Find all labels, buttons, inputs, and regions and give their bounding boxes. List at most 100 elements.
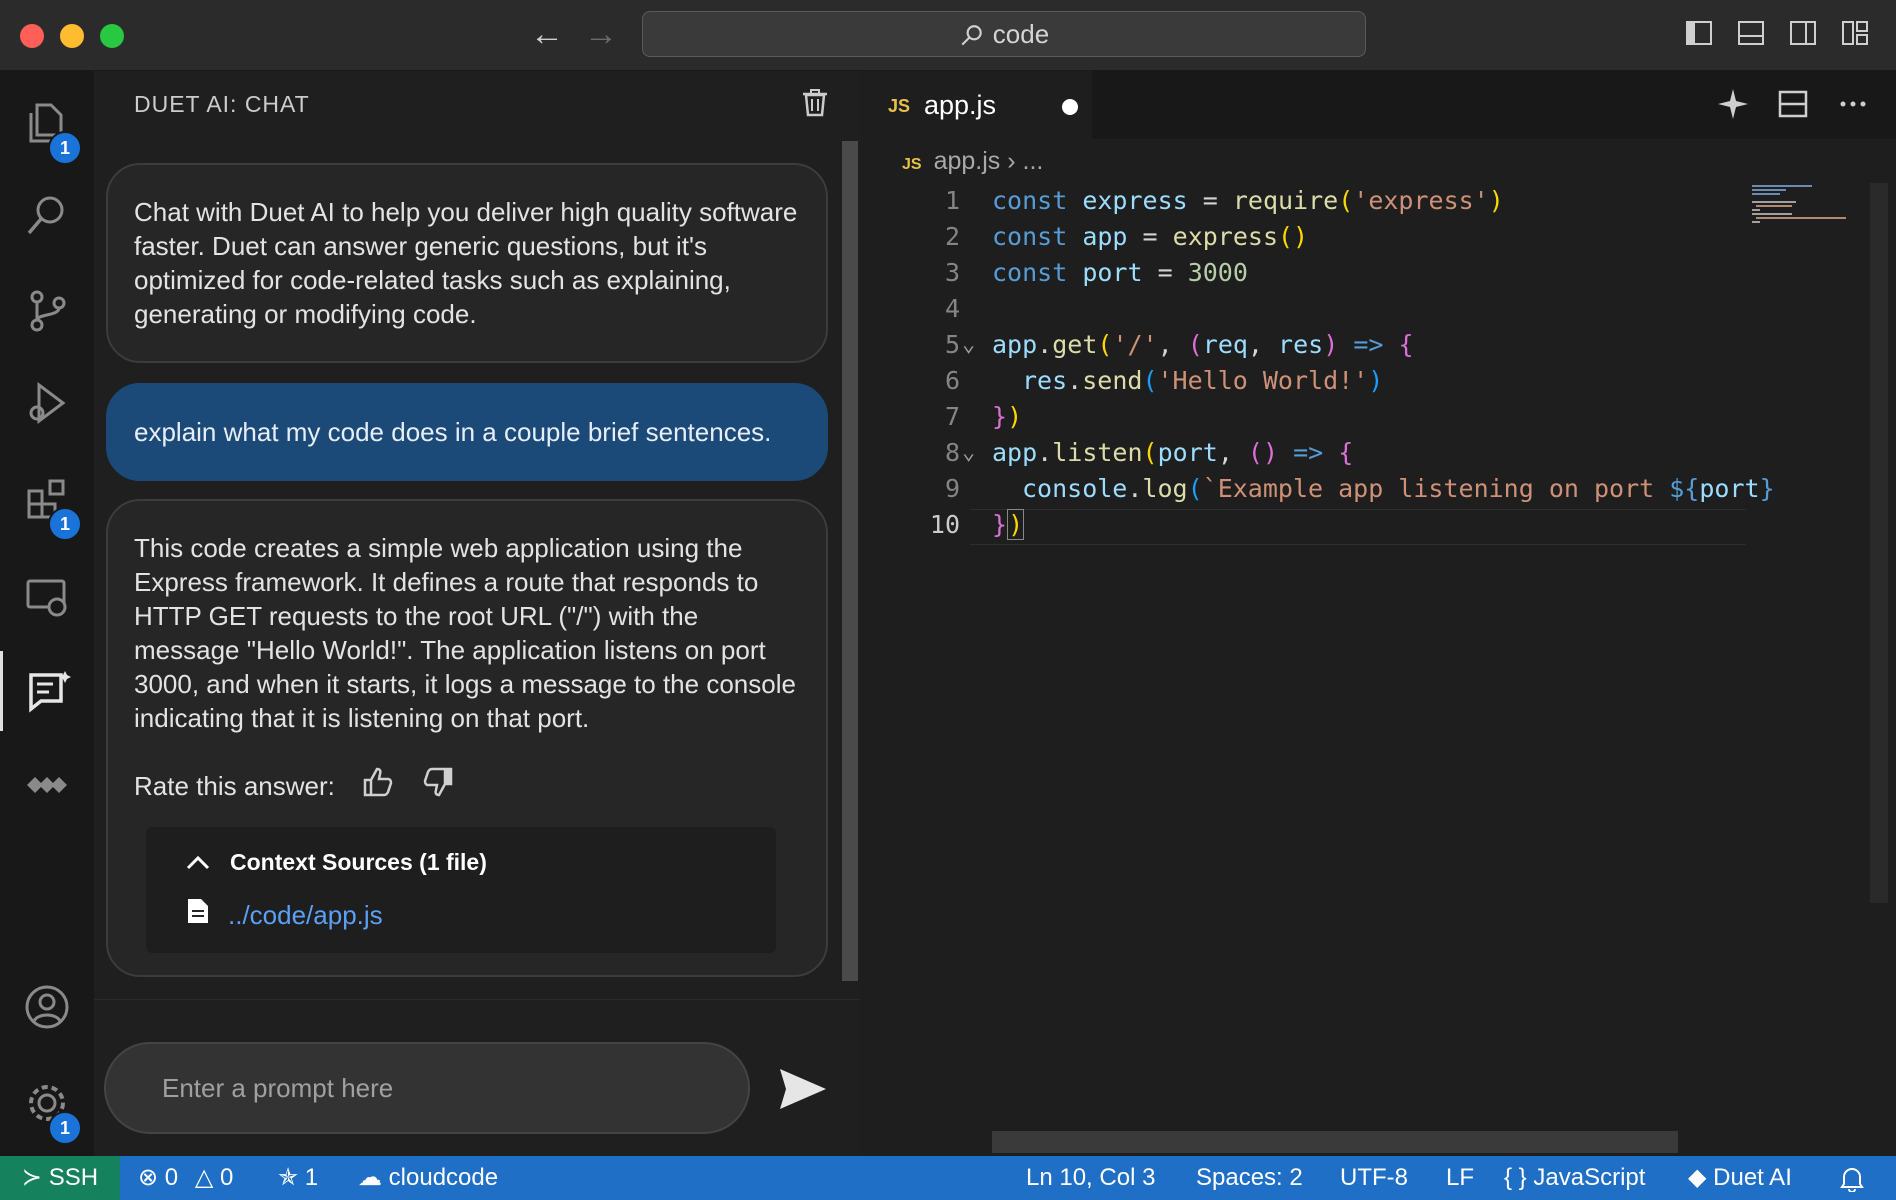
split-editor-icon[interactable] xyxy=(1776,87,1810,121)
chat-scrollbar[interactable] xyxy=(842,141,858,981)
breadcrumb[interactable]: JS app.js › ... xyxy=(902,147,1043,176)
user-message: explain what my code does in a couple br… xyxy=(106,383,828,481)
editor-tab-bar: JS app.js xyxy=(860,71,1896,140)
toggle-secondary-sidebar-icon[interactable] xyxy=(1788,18,1818,48)
run-debug-activity[interactable] xyxy=(0,363,94,443)
chevron-right-icon: › xyxy=(1007,147,1016,175)
problems-indicator[interactable]: ⊗ 0 △ 0 xyxy=(138,1156,233,1200)
manage-activity[interactable]: 1 xyxy=(0,1063,94,1145)
error-count: 0 xyxy=(164,1164,179,1191)
user-message-text: explain what my code does in a couple br… xyxy=(134,417,772,447)
activity-bar: 1 1 1 xyxy=(0,71,94,1156)
customize-layout-icon[interactable] xyxy=(1840,18,1870,48)
cloud-icon: ☁ xyxy=(358,1164,382,1191)
send-icon[interactable] xyxy=(778,1067,828,1111)
forward-arrow-icon[interactable]: → xyxy=(584,16,618,52)
context-sources-header[interactable]: Context Sources (1 file) xyxy=(186,845,756,879)
vscode-window: ← → code 1 1 1 DUET AI: CHAT Chat with D… xyxy=(0,0,1896,1200)
command-center-search[interactable]: code xyxy=(642,11,1366,57)
line-text: }) xyxy=(992,402,1023,431)
notifications-bell-icon[interactable] xyxy=(1840,1156,1864,1200)
accounts-activity[interactable] xyxy=(0,967,94,1047)
end-of-line[interactable]: LF xyxy=(1446,1156,1474,1200)
source-control-activity[interactable] xyxy=(0,271,94,351)
editor-horizontal-scrollbar[interactable] xyxy=(992,1131,1678,1153)
editor-vertical-scrollbar[interactable] xyxy=(1870,183,1888,903)
line-text: app.listen(port, () => { xyxy=(992,438,1354,467)
cursor-position[interactable]: Ln 10, Col 3 xyxy=(1026,1156,1155,1200)
code-line: 5 ⌄ app.get('/', (req, res) => { xyxy=(860,327,1746,363)
warning-count: 0 xyxy=(219,1164,234,1191)
search-icon xyxy=(27,196,64,235)
warning-icon: △ xyxy=(194,1164,214,1191)
duet-ai-label: Duet AI xyxy=(1713,1164,1792,1191)
intro-message: Chat with Duet AI to help you deliver hi… xyxy=(106,163,828,363)
title-bar: ← → code xyxy=(0,0,1896,71)
ai-answer: This code creates a simple web applicati… xyxy=(106,499,828,977)
search-activity[interactable] xyxy=(0,175,94,255)
javascript-file-icon: JS xyxy=(902,156,922,173)
prompt-input[interactable]: Enter a prompt here xyxy=(104,1042,750,1134)
toggle-primary-sidebar-icon[interactable] xyxy=(1684,18,1714,48)
code-line: 8 ⌄ app.listen(port, () => { xyxy=(860,435,1746,471)
rate-row: Rate this answer: xyxy=(134,765,800,807)
chevron-up-icon[interactable] xyxy=(186,845,210,879)
editor-area: JS app.js JS app.js › ... 1 const express … xyxy=(860,71,1896,1156)
duet-chat-panel: DUET AI: CHAT Chat with Duet AI to help … xyxy=(94,71,860,1157)
context-file-name[interactable]: ../code/app.js xyxy=(228,898,383,932)
cloud-code-activity[interactable] xyxy=(0,745,94,825)
toggle-panel-icon[interactable] xyxy=(1736,18,1766,48)
javascript-file-icon: JS xyxy=(888,96,911,116)
breadcrumb-symbols[interactable]: ... xyxy=(1023,147,1044,175)
code-line: 1 const express = require('express') xyxy=(860,183,1746,219)
explorer-activity[interactable]: 1 xyxy=(0,83,94,165)
tab-label: app.js xyxy=(924,90,997,120)
indentation[interactable]: Spaces: 2 xyxy=(1196,1156,1303,1200)
code-line: 6 res.send('Hello World!') xyxy=(860,363,1746,399)
remote-icon: ≻ xyxy=(21,1164,43,1191)
thumbs-up-icon[interactable] xyxy=(361,765,395,807)
fold-chevron-icon[interactable]: ⌄ xyxy=(962,327,975,363)
cloud-code-icon xyxy=(27,777,67,793)
minimap[interactable] xyxy=(1748,183,1858,263)
context-sources-title: Context Sources (1 file) xyxy=(230,849,487,875)
ports-indicator[interactable]: ✯ 1 xyxy=(278,1156,318,1200)
more-actions-icon[interactable] xyxy=(1836,87,1870,121)
intro-message-text: Chat with Duet AI to help you deliver hi… xyxy=(134,197,798,329)
code-line: 3 const port = 3000 xyxy=(860,255,1746,291)
remote-explorer-activity[interactable] xyxy=(0,557,94,637)
run-debug-icon xyxy=(29,382,66,424)
back-arrow-icon[interactable]: ← xyxy=(530,16,564,52)
duet-ai-chat-activity[interactable] xyxy=(0,651,94,731)
remote-indicator[interactable]: ≻ SSH xyxy=(0,1156,120,1200)
duet-ai-status[interactable]: ◆ Duet AI xyxy=(1688,1156,1792,1200)
minimize-window-button[interactable] xyxy=(60,24,84,48)
unsaved-dot-icon[interactable] xyxy=(1062,99,1078,115)
breadcrumb-file[interactable]: app.js xyxy=(934,147,1001,175)
line-text: console.log(`Example app listening on po… xyxy=(1022,474,1775,503)
search-icon xyxy=(961,25,982,46)
tab-app-js[interactable]: JS app.js xyxy=(860,71,1092,140)
line-text: res.send('Hello World!') xyxy=(1022,366,1384,395)
cloud-code-indicator[interactable]: ☁ cloudcode xyxy=(358,1156,498,1200)
clear-chat-trash-icon[interactable] xyxy=(800,87,830,119)
extensions-activity[interactable]: 1 xyxy=(0,459,94,541)
code-line: 9 console.log(`Example app listening on p… xyxy=(860,471,1775,507)
ai-answer-text: This code creates a simple web applicati… xyxy=(134,533,796,733)
explorer-badge: 1 xyxy=(48,131,82,165)
code-editor[interactable]: 1 const express = require('express') 2 con… xyxy=(860,183,1775,563)
line-text: app.get('/', (req, res) => { xyxy=(992,330,1414,359)
file-icon xyxy=(186,897,210,933)
remote-label: SSH xyxy=(48,1164,99,1191)
maximize-window-button[interactable] xyxy=(100,24,124,48)
thumbs-down-icon[interactable] xyxy=(421,765,455,807)
ports-count: 1 xyxy=(304,1164,319,1191)
fold-chevron-icon[interactable]: ⌄ xyxy=(962,435,975,471)
sparkle-icon[interactable] xyxy=(1716,87,1750,121)
language-mode[interactable]: { } JavaScript xyxy=(1504,1156,1645,1200)
context-file-link[interactable]: ../code/app.js xyxy=(186,897,756,933)
remote-explorer-icon xyxy=(26,579,67,617)
line-text: const express = require('express') xyxy=(992,186,1504,215)
encoding[interactable]: UTF-8 xyxy=(1340,1156,1408,1200)
close-window-button[interactable] xyxy=(20,24,44,48)
